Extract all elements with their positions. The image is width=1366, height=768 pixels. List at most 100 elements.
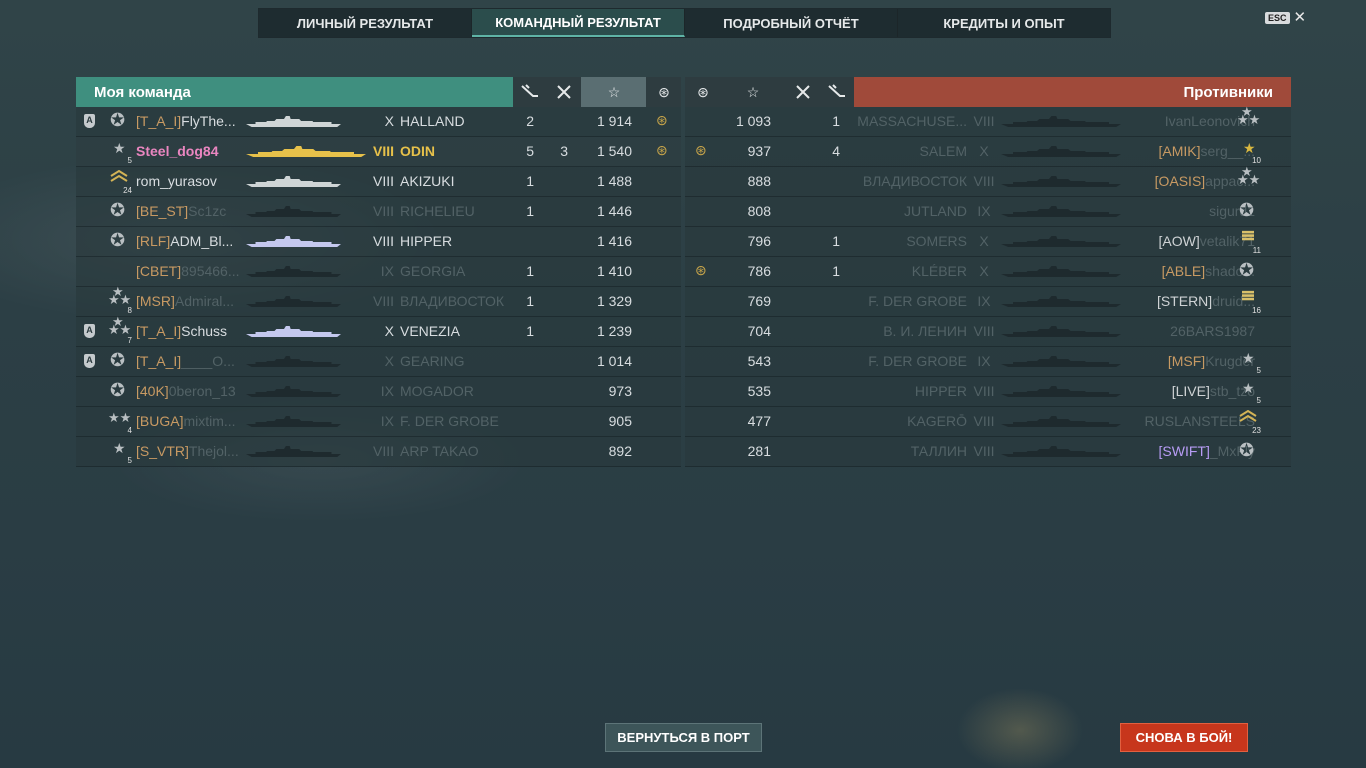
rank-icon: ✪ bbox=[1239, 260, 1255, 280]
enemy-row[interactable]: 281 ТАЛЛИН VIII [SWIFT]_MxFly ✪ bbox=[685, 437, 1291, 467]
rank-icon: 24 bbox=[108, 170, 132, 195]
planes-icon[interactable] bbox=[793, 84, 813, 103]
kills-value: 1 bbox=[832, 113, 840, 129]
rank-icon: ✪ bbox=[110, 380, 126, 400]
enemy-row[interactable]: 704 В. И. ЛЕНИН VIII 26BARS1987 bbox=[685, 317, 1291, 347]
xp-value: 477 bbox=[747, 413, 771, 429]
ship-tier: X bbox=[384, 113, 394, 129]
enemy-team-list: 1 093 1 MASSACHUSE... VIII IvanLeonovich ★★ ★ ⊛… bbox=[685, 104, 1291, 467]
enemy-row[interactable]: 796 1 SOMERS X [AOW]vetalik71 11 bbox=[685, 227, 1291, 257]
planes-icon[interactable] bbox=[554, 84, 574, 103]
enemy-row[interactable]: 535 HIPPER VIII [LIVE]stb_tzo ★ 5 bbox=[685, 377, 1291, 407]
player-row[interactable]: ✪ [RLF]ADM_Bl... VIII HIPPER 1 416 bbox=[76, 227, 681, 257]
enemy-row[interactable]: 477 KAGERŌ VIII RUSLANSTEELS 23 bbox=[685, 407, 1291, 437]
xp-value: 937 bbox=[747, 143, 771, 159]
player-name: Thejol... bbox=[188, 443, 239, 459]
tab-credits-xp[interactable]: КРЕДИТЫ И ОПЫТ bbox=[898, 9, 1110, 37]
player-row[interactable]: [CBET]895466... IX GEORGIA 1 1 410 bbox=[76, 257, 681, 287]
enemy-team-panel: ⊛ ☆ Противники 1 093 1 MASSACHUSE... VIII Iv… bbox=[685, 77, 1291, 467]
player-name: rom_yurasov bbox=[136, 173, 217, 189]
player-row[interactable]: A ✪ [T_A_I]____O... X GEARING 1 014 bbox=[76, 347, 681, 377]
clan-tag: [RLF] bbox=[136, 233, 171, 249]
ship-name: MASSACHUSE... bbox=[857, 113, 967, 129]
player-row[interactable]: ✪ [40K]0beron_13 IX MOGADOR 973 bbox=[76, 377, 681, 407]
my-team-panel: Моя команда ☆ ⊛ A ✪ [T_A_I]FlyThe... X HALLA… bbox=[76, 77, 681, 467]
xp-icon[interactable]: ☆ bbox=[743, 84, 763, 101]
clan-tag: [AMIK] bbox=[1158, 143, 1201, 159]
ship-name: F. DER GROBE bbox=[400, 413, 499, 429]
enemy-row[interactable]: 808 JUTLAND IX sigurd1 ✪ bbox=[685, 197, 1291, 227]
rank-icon bbox=[108, 260, 130, 282]
enemy-row[interactable]: 769 F. DER GROBE IX [STERN]druid... 16 bbox=[685, 287, 1291, 317]
kills-value: 2 bbox=[526, 113, 534, 129]
rank-icon: ✪ bbox=[1239, 440, 1255, 460]
ship-name: В. И. ЛЕНИН bbox=[883, 323, 967, 339]
player-row[interactable]: 24 rom_yurasov VIII AKIZUKI 1 1 488 bbox=[76, 167, 681, 197]
kills-value: 1 bbox=[526, 203, 534, 219]
ship-tier: IX bbox=[977, 293, 991, 309]
player-row[interactable]: ★ 5 Steel_dog84 VIII ODIN 5 3 1 540 ⊛ bbox=[76, 137, 681, 167]
player-row[interactable]: A ✪ [T_A_I]FlyThe... X HALLAND 2 1 914 ⊛ bbox=[76, 107, 681, 137]
rank-icon: 11 bbox=[1237, 230, 1261, 255]
rank-icon: ★ 5 bbox=[1242, 350, 1261, 375]
kills-icon[interactable] bbox=[827, 84, 847, 101]
rank-icon: ★ 10 bbox=[1243, 140, 1261, 165]
ship-tier: VIII bbox=[372, 443, 394, 459]
ship-name: ВЛАДИВОСТОК bbox=[862, 173, 967, 189]
return-to-port-button[interactable]: ВЕРНУТЬСЯ В ПОРТ bbox=[605, 723, 762, 752]
clan-tag: [BE_ST] bbox=[136, 203, 189, 219]
player-row[interactable]: ★★ ★ 8 [MSR]Admiral... VIII ВЛАДИВОСТОК 1 1 329 bbox=[76, 284, 681, 317]
ship-name: KAGERŌ bbox=[907, 413, 967, 429]
xp-value: 1 329 bbox=[596, 293, 632, 309]
clan-tag: [SWIFT] bbox=[1158, 443, 1210, 459]
kills-icon[interactable] bbox=[520, 84, 540, 101]
honor-icon[interactable]: ⊛ bbox=[693, 84, 713, 101]
player-row[interactable]: ★ 5 [S_VTR]Thejol... VIII ARP TAKAO 892 bbox=[76, 437, 681, 467]
ship-tier: VIII bbox=[973, 113, 995, 129]
honor-icon: ⊛ bbox=[695, 142, 707, 158]
clan-tag: [LIVE] bbox=[1171, 383, 1210, 399]
xp-value: 1 540 bbox=[596, 143, 632, 159]
rank-icon: ★★ ★ 8 bbox=[108, 284, 132, 315]
ship-name: KLÉBER bbox=[911, 263, 967, 279]
player-row[interactable]: A ★★ ★ 7 [T_A_I]Schuss X VENEZIA 1 1 239 bbox=[76, 314, 681, 347]
ship-name: ВЛАДИВОСТОК bbox=[400, 293, 505, 309]
tab-detailed-report[interactable]: ПОДРОБНЫЙ ОТЧЁТ bbox=[685, 9, 898, 37]
player-name: Sc1zc bbox=[188, 203, 227, 219]
enemy-row[interactable]: ⊛ 937 4 SALEM X [AMIK]serg__... ★ 10 bbox=[685, 137, 1291, 167]
ship-tier: IX bbox=[977, 203, 991, 219]
enemy-row[interactable]: 1 093 1 MASSACHUSE... VIII IvanLeonovich ★★ ★ bbox=[685, 104, 1291, 137]
player-row[interactable]: ✪ [BE_ST]Sc1zc VIII RICHELIEU 1 1 446 bbox=[76, 197, 681, 227]
xp-value: 905 bbox=[608, 413, 632, 429]
ship-tier: VIII bbox=[973, 413, 995, 429]
clan-tag: [S_VTR] bbox=[136, 443, 189, 459]
xp-value: 1 416 bbox=[596, 233, 632, 249]
honor-icon[interactable]: ⊛ bbox=[654, 84, 674, 101]
xp-value: 1 446 bbox=[596, 203, 632, 219]
tab-personal-result[interactable]: ЛИЧНЫЙ РЕЗУЛЬТАТ bbox=[259, 9, 472, 37]
xp-icon[interactable]: ☆ bbox=[604, 84, 624, 101]
enemy-row[interactable]: 888 ВЛАДИВОСТОК VIII [OASIS]appac... ★★ ★ bbox=[685, 164, 1291, 197]
ship-tier: VIII bbox=[372, 143, 394, 159]
kills-value: 1 bbox=[526, 173, 534, 189]
ship-tier: IX bbox=[977, 353, 991, 369]
ship-tier: X bbox=[384, 323, 394, 339]
enemy-row[interactable]: 543 F. DER GROBE IX [MSF]Krugder ★ 5 bbox=[685, 347, 1291, 377]
clan-tag: [AOW] bbox=[1158, 233, 1200, 249]
xp-value: 535 bbox=[747, 383, 771, 399]
ship-tier: IX bbox=[380, 413, 394, 429]
ship-tier: X bbox=[979, 263, 989, 279]
clan-tag: [40K] bbox=[136, 383, 169, 399]
my-team-list: A ✪ [T_A_I]FlyThe... X HALLAND 2 1 914 ⊛ ★ 5 Steel… bbox=[76, 107, 681, 467]
enemy-row[interactable]: ⊛ 786 1 KLÉBER X [ABLE]shado... ✪ bbox=[685, 257, 1291, 287]
ship-tier: IX bbox=[380, 383, 394, 399]
close-button[interactable]: ESC ✕ bbox=[1265, 10, 1306, 25]
division-badge-icon: A bbox=[84, 114, 95, 128]
player-row[interactable]: ★★ 4 [BUGA]mixtim... IX F. DER GROBE 905 bbox=[76, 407, 681, 437]
player-name: ____O... bbox=[181, 353, 235, 369]
tab-team-result[interactable]: КОМАНДНЫЙ РЕЗУЛЬТАТ bbox=[472, 9, 685, 37]
xp-value: 1 410 bbox=[596, 263, 632, 279]
ship-name: ARP TAKAO bbox=[400, 443, 479, 459]
battle-again-button[interactable]: СНОВА В БОЙ! bbox=[1120, 723, 1248, 752]
esc-key-icon: ESC bbox=[1265, 12, 1290, 24]
